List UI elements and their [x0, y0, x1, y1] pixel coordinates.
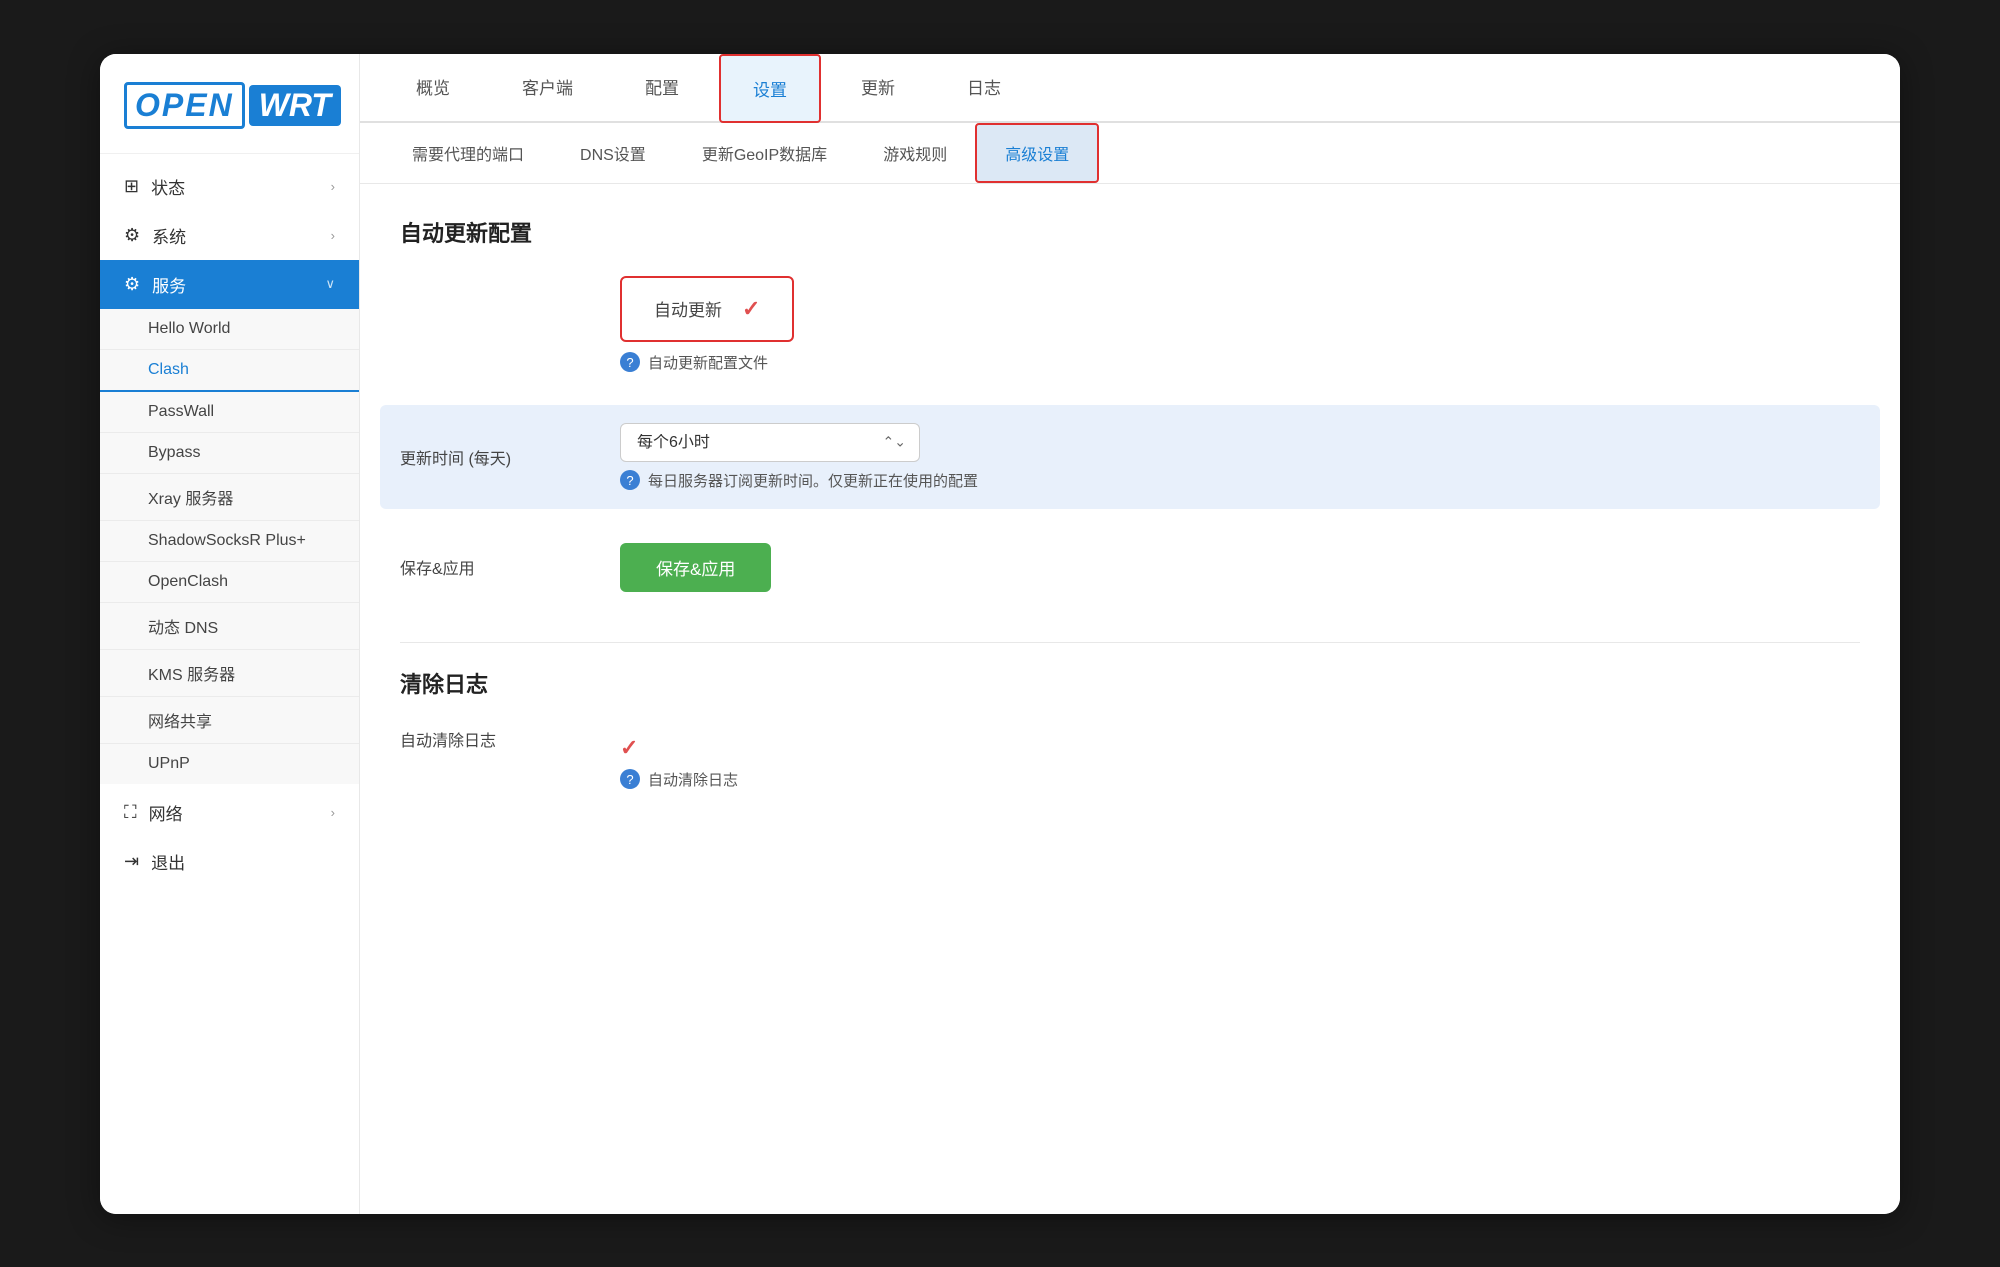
content-body: 自动更新配置 自动更新 ✓ ? 自动更新配置文件 更新时间 (每天): [360, 184, 1900, 1214]
auto-clear-log-label: 自动清除日志: [400, 733, 496, 750]
auto-update-label: 自动更新: [654, 296, 722, 321]
tab-logs[interactable]: 日志: [935, 54, 1033, 122]
subnav-item-passwall[interactable]: PassWall: [100, 392, 359, 433]
subnav-item-clash[interactable]: Clash: [100, 350, 359, 392]
section2-title: 清除日志: [400, 667, 1860, 699]
logo-wrt: WRT: [249, 85, 341, 126]
sidebar-item-label: 系统: [152, 223, 319, 248]
subnav-item-hello-world[interactable]: Hello World: [100, 309, 359, 350]
sidebar-item-status[interactable]: ⊞ 状态 ›: [100, 162, 359, 211]
auto-clear-log-hint-row: ? 自动清除日志: [620, 769, 738, 790]
tab-overview[interactable]: 概览: [384, 54, 482, 122]
auto-update-hint-row: ? 自动更新配置文件: [620, 352, 794, 373]
section-divider: [400, 642, 1860, 643]
chevron-right-icon: ›: [331, 179, 335, 194]
app-container: OPEN WRT ⊞ 状态 › ⚙ 系统 › ⚙ 服务 ∨ Hello W: [100, 54, 1900, 1214]
tab-update[interactable]: 更新: [829, 54, 927, 122]
save-apply-row: 保存&应用 保存&应用: [400, 525, 1860, 610]
update-interval-control: 每个1小时 每个2小时 每个3小时 每个6小时 每个12小时 每个24小时 ⌃⌄…: [620, 423, 1860, 491]
subnav-item-openclash[interactable]: OpenClash: [100, 562, 359, 603]
subnav-item-shadowsocksr[interactable]: ShadowSocksR Plus+: [100, 521, 359, 562]
subnav-item-network-share[interactable]: 网络共享: [100, 697, 359, 744]
subtab-advanced[interactable]: 高级设置: [975, 123, 1099, 183]
section1-title: 自动更新配置: [400, 216, 1860, 248]
sidebar-item-label: 服务: [152, 272, 313, 297]
tab-settings[interactable]: 设置: [719, 54, 821, 123]
update-interval-hint-row: ? 每日服务器订阅更新时间。仅更新正在使用的配置: [620, 470, 1860, 491]
save-apply-button[interactable]: 保存&应用: [620, 543, 771, 592]
subnav-item-xray[interactable]: Xray 服务器: [100, 474, 359, 521]
tab-clients[interactable]: 客户端: [490, 54, 605, 122]
info-icon: ?: [620, 352, 640, 372]
auto-clear-log-hint: 自动清除日志: [648, 769, 738, 790]
update-interval-row: 更新时间 (每天) 每个1小时 每个2小时 每个3小时 每个6小时 每个12小时…: [380, 405, 1880, 509]
subnav-item-dynamic-dns[interactable]: 动态 DNS: [100, 603, 359, 650]
subnav-item-bypass[interactable]: Bypass: [100, 433, 359, 474]
main-content: 概览 客户端 配置 设置 更新 日志 需要代理的端口 DNS设置 更新GeoIP…: [360, 54, 1900, 1214]
system-icon: ⚙: [124, 225, 140, 246]
logout-icon: ⇥: [124, 851, 139, 872]
chevron-right-icon: ›: [331, 805, 335, 820]
sidebar-item-services[interactable]: ⚙ 服务 ∨: [100, 260, 359, 309]
save-apply-control: 保存&应用: [620, 543, 1860, 592]
network-icon: ⛶: [124, 802, 137, 823]
info-icon: ?: [620, 769, 640, 789]
sidebar-item-label: 状态: [151, 174, 319, 199]
info-icon: ?: [620, 470, 640, 490]
top-tab-bar: 概览 客户端 配置 设置 更新 日志: [360, 54, 1900, 123]
sub-tab-bar: 需要代理的端口 DNS设置 更新GeoIP数据库 游戏规则 高级设置: [360, 123, 1900, 184]
checkmark2-icon: ✓: [620, 735, 638, 761]
auto-update-hint: 自动更新配置文件: [648, 352, 768, 373]
services-icon: ⚙: [124, 274, 140, 295]
subtab-update-geoip[interactable]: 更新GeoIP数据库: [674, 125, 855, 181]
chevron-down-icon: ∨: [325, 276, 335, 292]
status-icon: ⊞: [124, 176, 139, 197]
checkmark-icon: ✓: [742, 296, 760, 322]
logo-open: OPEN: [124, 82, 245, 129]
subtab-dns-settings[interactable]: DNS设置: [552, 125, 674, 181]
update-interval-select[interactable]: 每个1小时 每个2小时 每个3小时 每个6小时 每个12小时 每个24小时: [620, 423, 920, 462]
update-interval-hint: 每日服务器订阅更新时间。仅更新正在使用的配置: [648, 470, 978, 491]
logo: OPEN WRT: [124, 82, 335, 129]
logo-area: OPEN WRT: [100, 54, 359, 154]
save-apply-label: 保存&应用: [400, 555, 620, 579]
subtab-game-rules[interactable]: 游戏规则: [855, 125, 975, 181]
sidebar-item-network[interactable]: ⛶ 网络 ›: [100, 788, 359, 837]
update-interval-select-wrapper: 每个1小时 每个2小时 每个3小时 每个6小时 每个12小时 每个24小时 ⌃⌄: [620, 423, 920, 462]
auto-update-checkbox-row[interactable]: 自动更新 ✓: [620, 276, 794, 342]
sidebar-item-label: 退出: [151, 849, 335, 874]
nav-section: ⊞ 状态 › ⚙ 系统 › ⚙ 服务 ∨ Hello World Clash P…: [100, 154, 359, 894]
update-interval-label: 更新时间 (每天): [400, 445, 620, 469]
sidebar: OPEN WRT ⊞ 状态 › ⚙ 系统 › ⚙ 服务 ∨ Hello W: [100, 54, 360, 1214]
chevron-right-icon: ›: [331, 228, 335, 243]
subtab-proxy-ports[interactable]: 需要代理的端口: [384, 125, 552, 181]
sidebar-item-logout[interactable]: ⇥ 退出: [100, 837, 359, 886]
tab-config[interactable]: 配置: [613, 54, 711, 122]
sidebar-item-label: 网络: [149, 800, 319, 825]
subnav-item-kms[interactable]: KMS 服务器: [100, 650, 359, 697]
subnav-item-upnp[interactable]: UPnP: [100, 744, 359, 784]
sidebar-item-system[interactable]: ⚙ 系统 ›: [100, 211, 359, 260]
subnav: Hello World Clash PassWall Bypass Xray 服…: [100, 309, 359, 784]
